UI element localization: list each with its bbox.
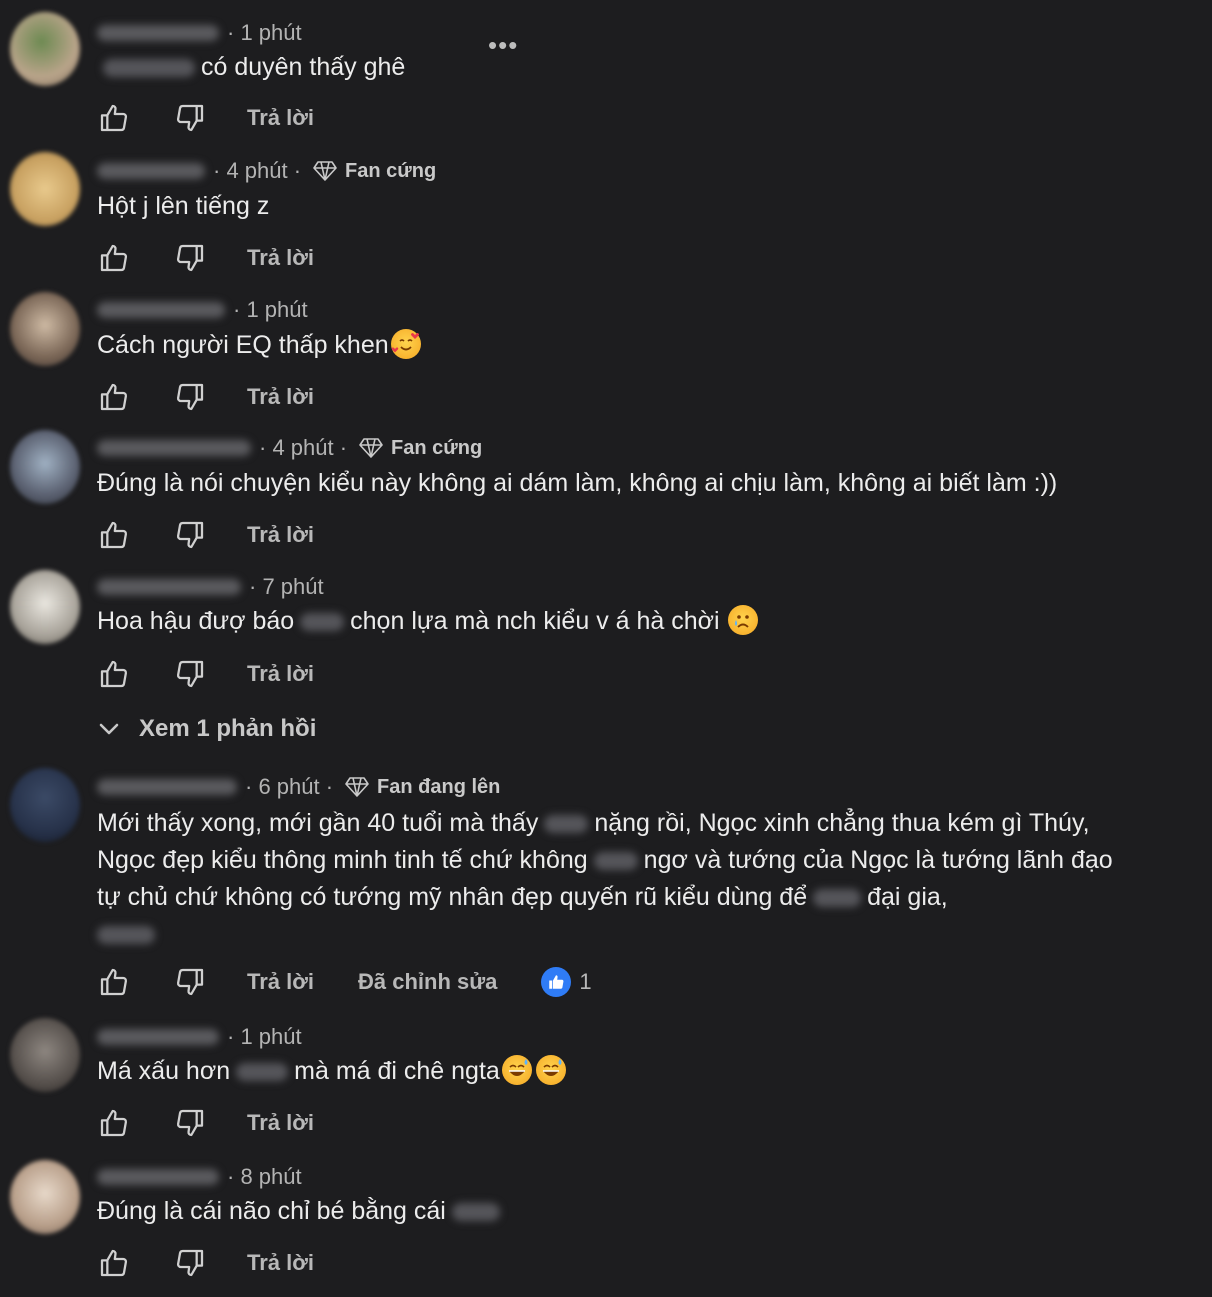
comment-meta: · 1 phút — [97, 1024, 302, 1050]
comment-text: Đúng là cái não chỉ bé bằng cái — [97, 1193, 1187, 1230]
avatar[interactable] — [10, 152, 80, 226]
diamond-icon — [313, 161, 337, 181]
comment-text: Má xấu hơn mà má đi chê ngta — [97, 1053, 1187, 1090]
avatar[interactable] — [10, 570, 80, 644]
thumbs-down-icon[interactable] — [173, 657, 207, 691]
thumbs-up-icon[interactable] — [97, 518, 131, 552]
comment-time: · 1 phút — [233, 297, 308, 322]
like-reaction-icon — [541, 967, 572, 997]
comment-text: Mới thấy xong, mới gần 40 tuổi mà thấy nặ… — [97, 805, 1187, 953]
comment-text: Cách người EQ thấp khen — [97, 327, 1187, 364]
reply-button[interactable]: Trả lời — [247, 384, 314, 410]
comment-time: · 4 phút · — [259, 435, 348, 460]
thumbs-up-icon[interactable] — [97, 101, 131, 135]
thumbs-down-icon[interactable] — [173, 965, 207, 999]
reply-button[interactable]: Trả lời — [247, 1110, 314, 1136]
edited-label: Đã chỉnh sửa — [358, 969, 498, 994]
username-blurred[interactable] — [97, 302, 225, 318]
comment-meta: · 8 phút — [97, 1164, 302, 1190]
thumbs-down-icon[interactable] — [173, 1106, 207, 1140]
avatar[interactable] — [10, 1160, 80, 1234]
comment-time: · 4 phút · — [213, 158, 302, 183]
thumbs-up-icon[interactable] — [97, 241, 131, 275]
comment-actions: Trả lời — [97, 1245, 314, 1281]
chevron-down-icon — [99, 723, 119, 735]
view-replies-button[interactable]: Xem 1 phản hồi — [97, 712, 316, 746]
thumbs-up-icon[interactable] — [97, 965, 131, 999]
avatar[interactable] — [10, 768, 80, 842]
thumbs-down-icon[interactable] — [173, 380, 207, 414]
diamond-icon — [345, 777, 369, 797]
thumbs-down-icon[interactable] — [173, 518, 207, 552]
username-blurred[interactable] — [97, 579, 241, 595]
comment-time: · 1 phút — [227, 20, 302, 45]
comment-text: Hột j lên tiếng z — [97, 192, 270, 220]
blurred-mention — [103, 59, 195, 78]
comment-meta: · 1 phút — [97, 20, 302, 46]
comment-actions: Trả lời — [97, 1105, 314, 1141]
reply-button[interactable]: Trả lời — [247, 105, 314, 131]
comment-meta: · 6 phút · Fan đang lên — [97, 774, 500, 800]
blurred-mention — [813, 889, 862, 908]
comment-time: · 6 phút · — [245, 774, 334, 799]
comment-text: có duyên thấy ghê — [97, 49, 1187, 86]
blurred-mention — [236, 1063, 289, 1082]
comment-meta: · 7 phút — [97, 574, 324, 600]
thumbs-down-icon[interactable] — [173, 241, 207, 275]
comment-meta: · 4 phút · Fan cứng — [97, 435, 482, 461]
thumbs-up-icon[interactable] — [97, 1246, 131, 1280]
reaction-count[interactable]: 1 — [541, 967, 592, 997]
reply-button[interactable]: Trả lời — [247, 661, 314, 687]
comment-actions: Trả lời — [97, 517, 314, 553]
comment-time: · 1 phút — [227, 1024, 302, 1049]
blurred-mention — [451, 1203, 500, 1222]
comment-meta: · 1 phút — [97, 297, 308, 323]
avatar[interactable] — [10, 292, 80, 366]
avatar[interactable] — [10, 1018, 80, 1092]
blurred-mention — [300, 613, 345, 632]
blurred-mention — [544, 815, 589, 834]
comment-time: · 7 phút — [249, 574, 324, 599]
comment-text: Đúng là nói chuyện kiểu này không ai dám… — [97, 469, 1058, 497]
fan-badge: Fan cứng — [313, 160, 436, 183]
comment-text: Hoa hậu đượ báo chọn lựa mà nch kiểu v á … — [97, 603, 1187, 640]
username-blurred[interactable] — [97, 1169, 219, 1185]
thumbs-up-icon[interactable] — [97, 1106, 131, 1140]
thumbs-down-icon[interactable] — [173, 101, 207, 135]
comment-actions: Trả lời — [97, 100, 314, 136]
comment-actions: Trả lời — [97, 240, 314, 276]
reply-button[interactable]: Trả lời — [247, 969, 314, 995]
username-blurred[interactable] — [97, 779, 237, 795]
reply-button[interactable]: Trả lời — [247, 522, 314, 548]
reply-button[interactable]: Trả lời — [247, 1250, 314, 1276]
thumbs-down-icon[interactable] — [173, 1246, 207, 1280]
username-blurred[interactable] — [97, 440, 251, 456]
comment-actions: Trả lời — [97, 656, 314, 692]
username-blurred[interactable] — [97, 163, 205, 179]
fan-badge: Fan cứng — [359, 437, 482, 460]
reply-button[interactable]: Trả lời — [247, 245, 314, 271]
smiling-face-with-hearts-icon — [390, 329, 421, 359]
crying-face-icon — [727, 605, 758, 635]
thumbs-up-icon[interactable] — [97, 380, 131, 414]
diamond-icon — [359, 438, 383, 458]
thumbs-up-icon[interactable] — [97, 657, 131, 691]
username-blurred[interactable] — [97, 25, 219, 41]
comment-time: · 8 phút — [227, 1164, 302, 1189]
blurred-mention — [97, 926, 155, 945]
avatar[interactable] — [10, 12, 80, 86]
fan-badge: Fan đang lên — [345, 776, 500, 799]
comment-meta: · 4 phút · Fan cứng — [97, 158, 436, 184]
avatar[interactable] — [10, 430, 80, 504]
comment-actions: Trả lời Đã chỉnh sửa 1 — [97, 964, 592, 1000]
blurred-mention — [593, 852, 638, 871]
username-blurred[interactable] — [97, 1029, 219, 1045]
grinning-sweat-icon — [535, 1055, 566, 1085]
grinning-sweat-icon — [501, 1055, 532, 1085]
comment-actions: Trả lời — [97, 379, 314, 415]
